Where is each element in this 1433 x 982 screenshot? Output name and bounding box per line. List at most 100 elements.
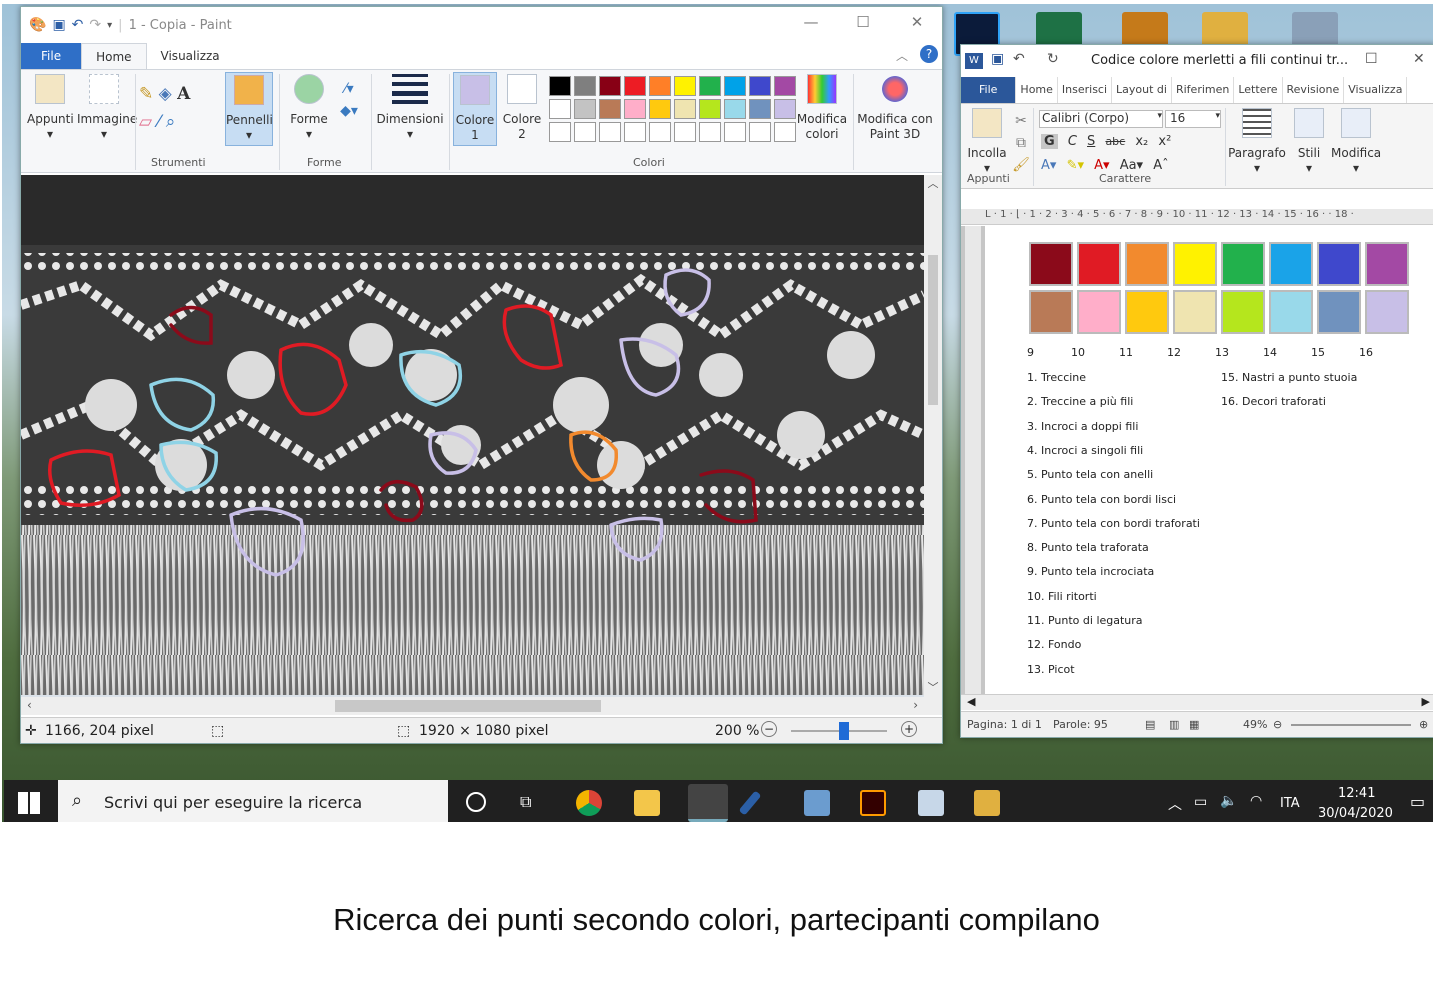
- italic-button[interactable]: C: [1068, 134, 1077, 149]
- battery-icon[interactable]: ▭: [1194, 794, 1207, 810]
- word-tab-4[interactable]: Riferimen: [1172, 77, 1235, 103]
- word-app-icon[interactable]: W: [965, 53, 983, 69]
- paste-button[interactable]: Incolla ▾: [965, 108, 1009, 176]
- text-effects-icon[interactable]: A▾: [1041, 158, 1056, 173]
- zoom-in-icon[interactable]: +: [901, 721, 917, 737]
- chrome-icon[interactable]: [576, 790, 602, 816]
- zoom-slider-thumb[interactable]: [839, 722, 849, 740]
- palette-color-swatch[interactable]: [599, 99, 621, 119]
- palette-color-swatch[interactable]: [624, 76, 646, 96]
- palette-color-swatch[interactable]: [574, 99, 596, 119]
- pencil-icon[interactable]: ✎: [139, 84, 153, 104]
- zoom-out-icon[interactable]: −: [761, 721, 777, 737]
- clock-time[interactable]: 12:41: [1338, 786, 1375, 801]
- grow-font-icon[interactable]: Aˆ: [1153, 158, 1168, 173]
- fill-options-icon[interactable]: ◆▾: [340, 103, 358, 119]
- palette-color-swatch[interactable]: [749, 122, 771, 142]
- cortana-icon[interactable]: [466, 792, 486, 812]
- word-zoom-in-icon[interactable]: ⊕: [1419, 718, 1428, 731]
- word-scroll-left-icon[interactable]: ◀: [967, 695, 975, 708]
- copy-icon[interactable]: ⧉: [1016, 135, 1026, 151]
- snipping-tool-icon[interactable]: [918, 790, 944, 816]
- palette-color-swatch[interactable]: [749, 99, 771, 119]
- word-taskbar-icon[interactable]: [688, 784, 728, 822]
- redo-icon[interactable]: ↷: [89, 17, 101, 33]
- undo-icon[interactable]: ↶: [72, 17, 84, 33]
- bold-button[interactable]: G: [1041, 134, 1058, 149]
- language-indicator[interactable]: ITA: [1280, 796, 1300, 811]
- file-explorer-icon[interactable]: [634, 790, 660, 816]
- styles-button[interactable]: Stili ▾: [1289, 108, 1329, 176]
- notifications-icon[interactable]: ▭: [1410, 792, 1425, 811]
- network-icon[interactable]: ◠: [1250, 793, 1262, 809]
- help-icon[interactable]: ?: [920, 45, 938, 63]
- volume-icon[interactable]: 🔈: [1220, 793, 1237, 809]
- palette-color-swatch[interactable]: [599, 76, 621, 96]
- color-picker-icon[interactable]: ⁄: [157, 112, 160, 132]
- tab-view[interactable]: Visualizza: [147, 43, 234, 69]
- shapes-button[interactable]: Forme ▾: [285, 74, 333, 142]
- palette-color-swatch[interactable]: [774, 76, 796, 96]
- document-page[interactable]: 9 10 11 12 13 14 15 16 1. Treccine 2. Treccine a…: [985, 226, 1433, 694]
- word-tab-3[interactable]: Layout di: [1112, 77, 1172, 103]
- word-tab-2[interactable]: Inserisci: [1058, 77, 1113, 103]
- word-redo-icon[interactable]: ↻: [1047, 51, 1059, 67]
- palette-color-swatch[interactable]: [674, 99, 696, 119]
- paint-horizontal-scrollbar[interactable]: ‹ ›: [21, 697, 942, 715]
- palette-color-swatch[interactable]: [649, 76, 671, 96]
- paint-taskbar-icon[interactable]: [974, 790, 1000, 816]
- palette-color-swatch[interactable]: [549, 99, 571, 119]
- system-tray-expand-icon[interactable]: ︿: [1168, 794, 1182, 814]
- start-button[interactable]: [18, 792, 40, 814]
- collapse-ribbon-icon[interactable]: ︿: [888, 43, 916, 69]
- vertical-scroll-thumb[interactable]: [928, 255, 938, 405]
- word-save-icon[interactable]: ▣: [991, 51, 1004, 67]
- format-painter-icon[interactable]: 🖌: [1012, 157, 1030, 173]
- illustrator-icon[interactable]: [860, 790, 886, 816]
- horizontal-scroll-thumb[interactable]: [335, 700, 601, 712]
- highlight-icon[interactable]: ✎▾: [1067, 158, 1084, 173]
- read-mode-icon[interactable]: ▤: [1145, 718, 1155, 731]
- underline-button[interactable]: S: [1087, 134, 1095, 149]
- print-layout-icon[interactable]: ▥: [1169, 718, 1179, 731]
- paint3d-button[interactable]: Modifica con Paint 3D: [857, 74, 933, 142]
- font-color-icon[interactable]: A▾: [1094, 158, 1109, 173]
- palette-color-swatch[interactable]: [574, 76, 596, 96]
- palette-color-swatch[interactable]: [724, 76, 746, 96]
- palette-color-swatch[interactable]: [574, 122, 596, 142]
- palette-color-swatch[interactable]: [549, 76, 571, 96]
- palette-color-swatch[interactable]: [699, 122, 721, 142]
- cut-icon[interactable]: ✂: [1015, 113, 1027, 129]
- word-zoom-out-icon[interactable]: ⊖: [1273, 718, 1282, 731]
- strikethrough-button[interactable]: abc: [1105, 135, 1125, 148]
- palette-color-swatch[interactable]: [599, 122, 621, 142]
- palette-color-swatch[interactable]: [724, 122, 746, 142]
- size-button[interactable]: Dimensioni ▾: [373, 74, 447, 142]
- palette-color-swatch[interactable]: [549, 122, 571, 142]
- palette-color-swatch[interactable]: [649, 122, 671, 142]
- quick-access-dropdown-icon[interactable]: ▾: [107, 20, 112, 31]
- font-name-select[interactable]: Calibri (Corpo) ▾: [1039, 110, 1163, 128]
- minimize-icon[interactable]: —: [801, 13, 821, 31]
- taskbar-search-box[interactable]: ⌕ Scrivi qui per eseguire la ricerca: [58, 780, 448, 822]
- pen-tool-icon[interactable]: [738, 790, 762, 816]
- edit-button[interactable]: Modifica ▾: [1331, 108, 1381, 176]
- scroll-up-icon[interactable]: ︿: [924, 175, 942, 191]
- word-tab-0[interactable]: File: [961, 77, 1017, 103]
- color1-button[interactable]: Colore 1: [453, 72, 497, 146]
- palette-color-swatch[interactable]: [624, 122, 646, 142]
- tab-home[interactable]: Home: [81, 43, 147, 69]
- close-icon[interactable]: ✕: [907, 13, 927, 31]
- brushes-button[interactable]: Pennelli ▾: [225, 72, 273, 146]
- palette-color-swatch[interactable]: [674, 76, 696, 96]
- outline-icon[interactable]: ⁄▾: [344, 81, 353, 97]
- font-size-select[interactable]: 16 ▾: [1165, 110, 1221, 128]
- fill-icon[interactable]: ◈: [159, 84, 172, 104]
- color2-button[interactable]: Colore 2: [501, 74, 543, 142]
- word-undo-icon[interactable]: ↶: [1013, 51, 1025, 67]
- word-scroll-right-icon[interactable]: ▶: [1422, 695, 1430, 708]
- clock-date[interactable]: 30/04/2020: [1318, 806, 1393, 821]
- palette-color-swatch[interactable]: [649, 99, 671, 119]
- word-tab-6[interactable]: Revisione: [1283, 77, 1345, 103]
- word-close-icon[interactable]: ✕: [1413, 51, 1425, 67]
